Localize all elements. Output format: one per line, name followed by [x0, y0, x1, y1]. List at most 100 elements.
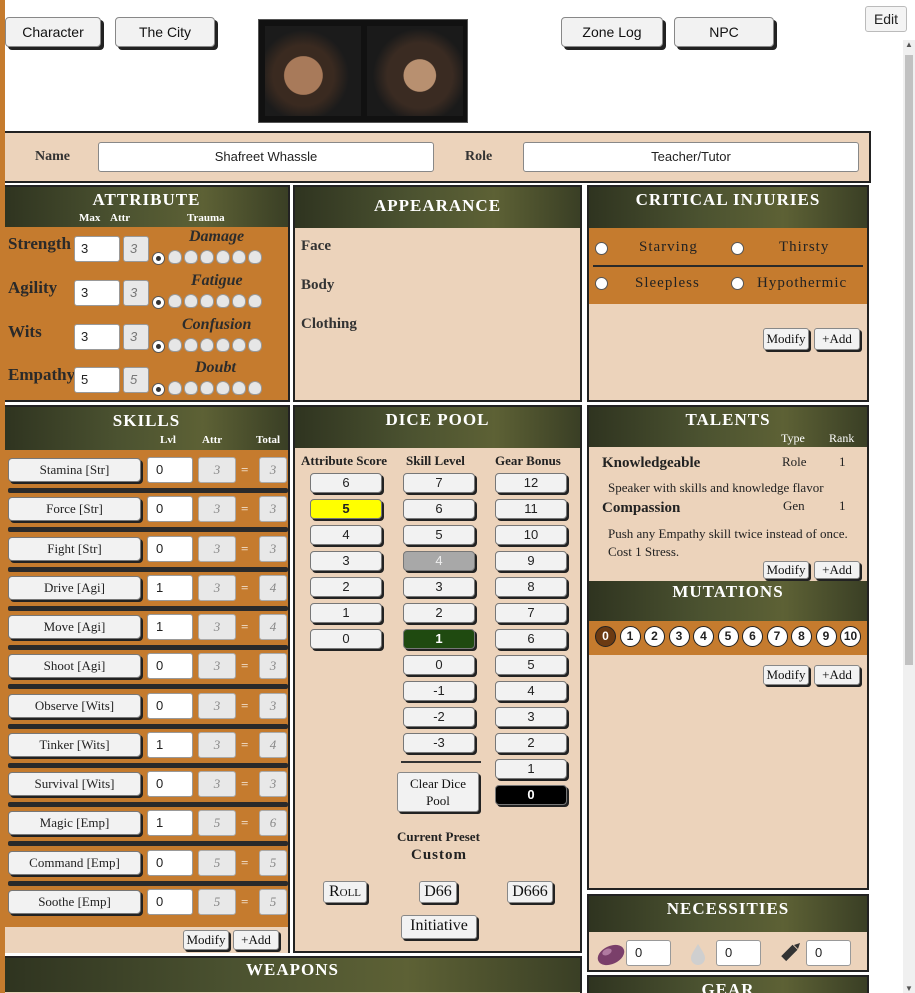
character-button[interactable]: Character: [5, 17, 101, 47]
gear-bonus-die-9[interactable]: 4: [495, 681, 567, 701]
zone-log-button[interactable]: Zone Log: [561, 17, 663, 47]
skull-icon[interactable]: [216, 250, 230, 264]
skill-level-input[interactable]: 0: [147, 536, 193, 562]
d666-button[interactable]: D666: [507, 881, 553, 903]
skill-button[interactable]: Magic [Emp]: [8, 811, 141, 835]
injury-add-button[interactable]: +Add: [814, 328, 860, 350]
skull-icon[interactable]: [184, 250, 198, 264]
attribute-max-input[interactable]: 5: [74, 367, 120, 393]
skill-button[interactable]: Tinker [Wits]: [8, 733, 141, 757]
talent-name[interactable]: Compassion: [602, 500, 680, 517]
attribute-score-die-7[interactable]: 0: [310, 629, 382, 649]
skull-icon[interactable]: [184, 338, 198, 352]
skull-icon[interactable]: [248, 338, 262, 352]
skill-level-die-3[interactable]: 5: [403, 525, 475, 545]
skull-icon[interactable]: [248, 381, 262, 395]
attribute-max-input[interactable]: 3: [74, 324, 120, 350]
gear-bonus-die-8[interactable]: 5: [495, 655, 567, 675]
roll-button[interactable]: Roll: [323, 881, 367, 903]
skill-level-input[interactable]: 0: [147, 771, 193, 797]
skull-icon[interactable]: [232, 338, 246, 352]
gear-bonus-die-1[interactable]: 12: [495, 473, 567, 493]
skill-level-die-4[interactable]: 4: [403, 551, 475, 571]
skill-level-input[interactable]: 0: [147, 693, 193, 719]
skull-icon[interactable]: [232, 381, 246, 395]
attribute-max-input[interactable]: 3: [74, 280, 120, 306]
mutation-point-8[interactable]: 8: [791, 626, 812, 647]
skill-button[interactable]: Command [Emp]: [8, 851, 141, 875]
attribute-score-die-2[interactable]: 5: [310, 499, 382, 519]
skull-icon[interactable]: [168, 294, 182, 308]
injury-modify-button[interactable]: Modify: [763, 328, 809, 350]
trauma-skulls[interactable]: [168, 294, 262, 308]
attribute-score-die-3[interactable]: 4: [310, 525, 382, 545]
skill-level-die-6[interactable]: 2: [403, 603, 475, 623]
name-field[interactable]: Shafreet Whassle: [98, 142, 434, 172]
mutation-point-1[interactable]: 1: [619, 626, 641, 647]
mutation-point-0[interactable]: 0: [595, 626, 616, 647]
skill-button[interactable]: Stamina [Str]: [8, 458, 141, 482]
mutation-point-6[interactable]: 6: [742, 626, 763, 647]
skill-button[interactable]: Survival [Wits]: [8, 772, 141, 796]
skull-icon[interactable]: [216, 294, 230, 308]
talent-name[interactable]: Knowledgeable: [602, 455, 700, 472]
clear-dice-pool-button[interactable]: Clear Dice Pool: [397, 772, 479, 812]
trauma-skulls[interactable]: [168, 250, 262, 264]
gear-bonus-die-13[interactable]: 0: [495, 785, 567, 805]
skull-icon[interactable]: [200, 294, 214, 308]
skill-level-die-10[interactable]: -2: [403, 707, 475, 727]
gear-bonus-die-4[interactable]: 9: [495, 551, 567, 571]
gear-bonus-die-7[interactable]: 6: [495, 629, 567, 649]
mutation-point-5[interactable]: 5: [717, 626, 739, 647]
vertical-scrollbar[interactable]: ▲ ▼: [903, 40, 915, 993]
gear-bonus-die-6[interactable]: 7: [495, 603, 567, 623]
skull-icon[interactable]: [200, 338, 214, 352]
talents-modify-button[interactable]: Modify: [763, 561, 809, 579]
trauma-reset-radio[interactable]: [152, 340, 165, 353]
skill-level-die-2[interactable]: 6: [403, 499, 475, 519]
skill-button[interactable]: Move [Agi]: [8, 615, 141, 639]
talents-add-button[interactable]: +Add: [814, 561, 860, 579]
thirsty-radio[interactable]: [731, 242, 744, 255]
skill-level-die-7[interactable]: 1: [403, 629, 475, 649]
skill-button[interactable]: Soothe [Emp]: [8, 890, 141, 914]
skull-icon[interactable]: [168, 338, 182, 352]
skill-level-input[interactable]: 0: [147, 653, 193, 679]
npc-button[interactable]: NPC: [674, 17, 774, 47]
scrollbar-thumb[interactable]: [905, 55, 913, 665]
skull-icon[interactable]: [216, 381, 230, 395]
skill-level-die-1[interactable]: 7: [403, 473, 475, 493]
mutation-point-3[interactable]: 3: [668, 626, 690, 647]
skill-button[interactable]: Force [Str]: [8, 497, 141, 521]
gear-bonus-die-3[interactable]: 10: [495, 525, 567, 545]
trauma-reset-radio[interactable]: [152, 383, 165, 396]
skull-icon[interactable]: [200, 381, 214, 395]
initiative-button[interactable]: Initiative: [401, 915, 477, 939]
water-input[interactable]: 0: [716, 940, 761, 966]
skull-icon[interactable]: [248, 294, 262, 308]
skills-add-button[interactable]: +Add: [233, 930, 279, 950]
skill-button[interactable]: Shoot [Agi]: [8, 654, 141, 678]
edit-button[interactable]: Edit: [865, 6, 907, 32]
skull-icon[interactable]: [200, 250, 214, 264]
attribute-score-die-6[interactable]: 1: [310, 603, 382, 623]
trauma-skulls[interactable]: [168, 381, 262, 395]
trauma-reset-radio[interactable]: [152, 296, 165, 309]
starving-radio[interactable]: [595, 242, 608, 255]
skull-icon[interactable]: [168, 250, 182, 264]
role-field[interactable]: Teacher/Tutor: [523, 142, 859, 172]
sleepless-radio[interactable]: [595, 277, 608, 290]
skill-level-die-8[interactable]: 0: [403, 655, 475, 675]
skull-icon[interactable]: [232, 250, 246, 264]
mutations-add-button[interactable]: +Add: [814, 665, 860, 685]
body-label[interactable]: Body: [301, 277, 334, 294]
skills-modify-button[interactable]: Modify: [183, 930, 229, 950]
gear-bonus-die-5[interactable]: 8: [495, 577, 567, 597]
skill-level-input[interactable]: 1: [147, 810, 193, 836]
skill-level-input[interactable]: 1: [147, 575, 193, 601]
gear-bonus-die-2[interactable]: 11: [495, 499, 567, 519]
skull-icon[interactable]: [184, 294, 198, 308]
clothing-label[interactable]: Clothing: [301, 316, 357, 333]
food-input[interactable]: 0: [626, 940, 671, 966]
gear-bonus-die-11[interactable]: 2: [495, 733, 567, 753]
